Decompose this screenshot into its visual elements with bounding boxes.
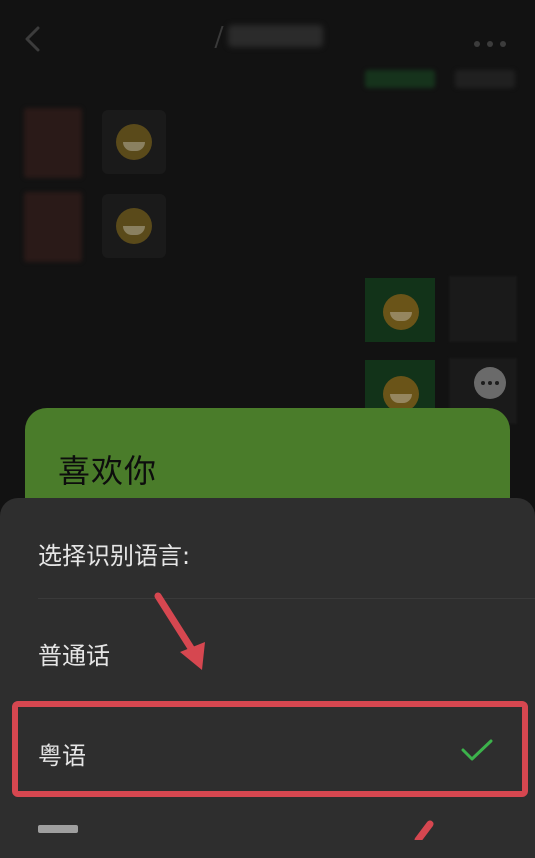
language-select-sheet: 选择识别语言: 普通话 粤语: [0, 498, 535, 858]
language-option-mandarin[interactable]: 普通话: [0, 602, 535, 698]
emoji-sticker: [102, 194, 166, 258]
emoji-sticker: [365, 278, 435, 342]
avatar: [24, 192, 82, 262]
grin-emoji-icon: [383, 294, 419, 330]
chat-image-thumb: [455, 70, 515, 88]
language-option-label: 普通话: [38, 642, 110, 670]
top-bar: [0, 0, 535, 80]
annotation-highlight-box: [12, 701, 528, 797]
emoji-sticker: [102, 110, 166, 174]
chat-image-thumb: [365, 70, 435, 88]
voice-message-text: 喜欢你: [58, 452, 158, 490]
sheet-title: 选择识别语言:: [38, 542, 191, 570]
grin-emoji-icon: [116, 124, 152, 160]
avatar: [24, 108, 82, 178]
message-more-icon[interactable]: [474, 367, 506, 399]
avatar: [449, 276, 517, 342]
annotation-arrow-icon: [414, 820, 434, 840]
contact-name-blurred: [214, 22, 348, 54]
more-icon[interactable]: [473, 34, 507, 47]
annotation-arrow-icon: [154, 592, 205, 670]
grin-emoji-icon: [116, 208, 152, 244]
back-icon[interactable]: [22, 26, 46, 52]
next-option-partial: [38, 825, 78, 833]
divider: [38, 598, 535, 599]
grin-emoji-icon: [383, 376, 419, 412]
